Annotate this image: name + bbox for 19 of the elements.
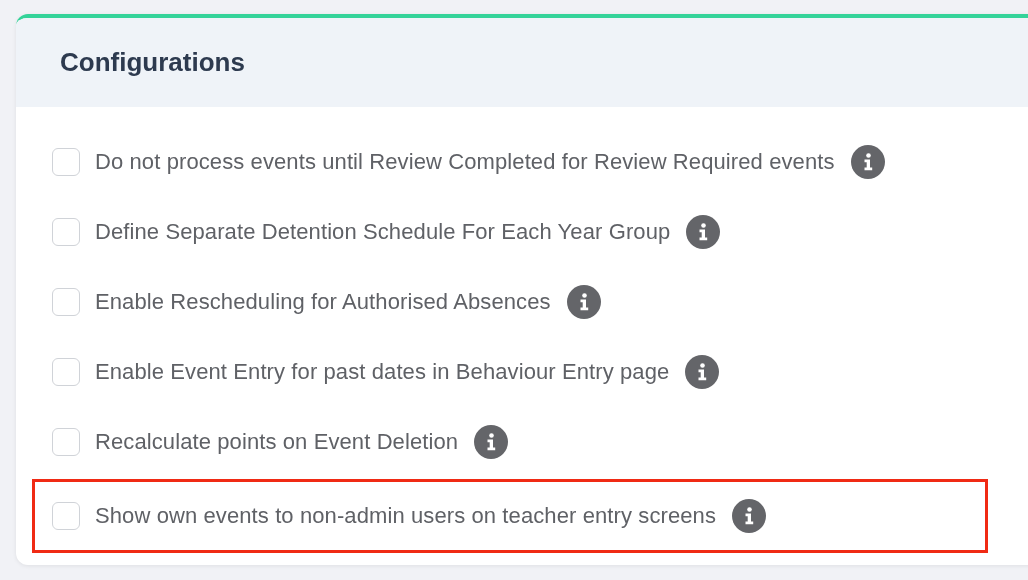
- option-label: Enable Event Entry for past dates in Behaviour Entry page: [95, 359, 670, 385]
- option-label: Recalculate points on Event Deletion: [95, 429, 459, 455]
- option-label: Define Separate Detention Schedule For Each Year Group: [95, 219, 671, 245]
- info-icon[interactable]: [686, 215, 721, 249]
- info-icon[interactable]: [566, 285, 601, 319]
- checkbox[interactable]: [52, 218, 80, 246]
- checkbox[interactable]: [52, 288, 80, 316]
- option-label: Show own events to non-admin users on teacher entry screens: [95, 503, 716, 529]
- card-title: Configurations: [60, 47, 245, 78]
- checkbox[interactable]: [52, 148, 80, 176]
- info-icon[interactable]: [732, 499, 766, 533]
- info-icon[interactable]: [850, 145, 885, 179]
- checkbox[interactable]: [52, 502, 80, 530]
- option-label: Enable Rescheduling for Authorised Absences: [95, 289, 551, 315]
- option-label: Do not process events until Review Completed for Review Required events: [95, 149, 835, 175]
- info-icon[interactable]: [474, 425, 509, 459]
- info-icon[interactable]: [685, 355, 720, 389]
- checkbox[interactable]: [52, 358, 80, 386]
- checkbox[interactable]: [52, 428, 80, 456]
